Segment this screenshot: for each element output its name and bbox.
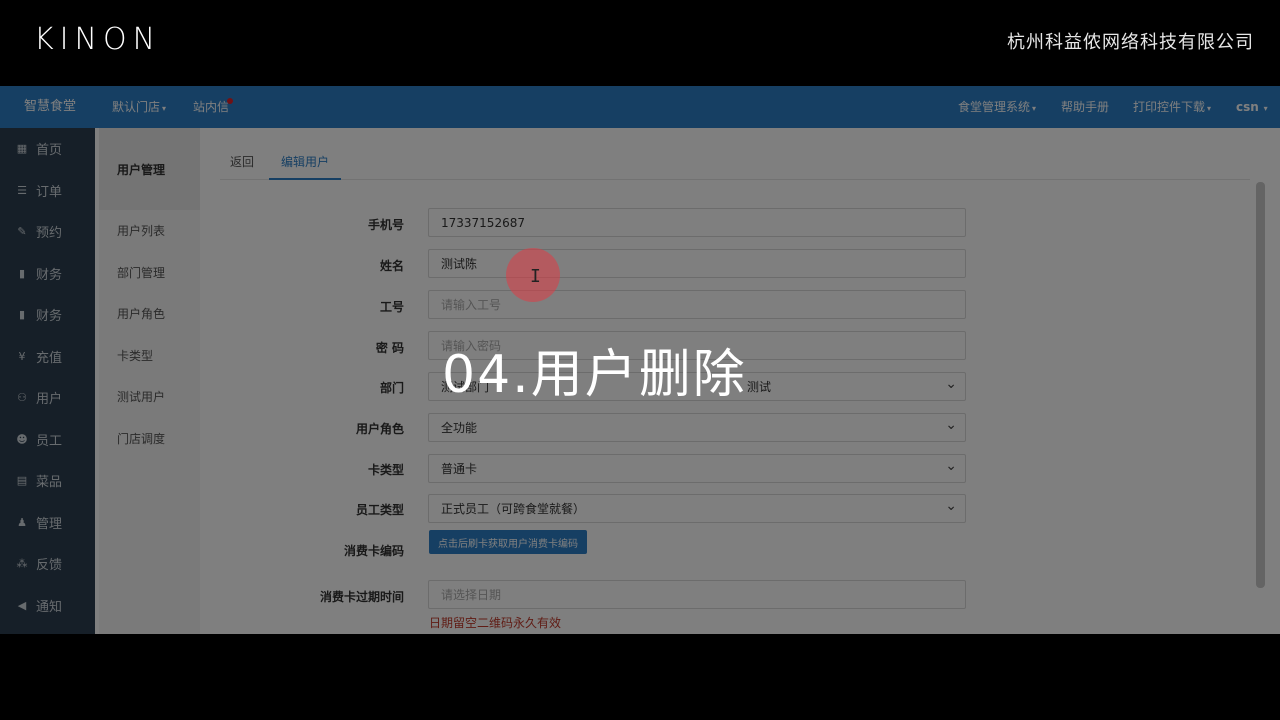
top-navbar: 智慧食堂 默认门店 ▾ 站内信 食堂管理系统 ▾ 帮助手册 打印控件下载 ▾ csn … — [0, 86, 1280, 128]
finance2-icon: ▮ — [18, 308, 26, 322]
user-management-subnav: 用户管理 用户列表 部门管理 用户角色 卡类型 测试用户 门店调度 — [99, 128, 200, 634]
cardtype-select[interactable]: 普通卡 — [428, 454, 966, 483]
sidebar-item-label: 订单 — [36, 184, 63, 200]
expire-date-field[interactable]: 请选择日期 — [428, 580, 966, 609]
role-select[interactable]: 全功能 — [428, 413, 966, 442]
nav-home[interactable]: 智慧食堂 — [24, 86, 76, 128]
read-card-button[interactable]: 点击后刷卡获取用户消费卡编码 — [429, 530, 587, 554]
cardcode-label: 消费卡编码 — [343, 544, 404, 558]
sidebar-item-feedback[interactable]: ⁂ 反馈 — [0, 543, 95, 585]
phone-value: 17337152687 — [441, 215, 525, 230]
nav-inbox-label: 站内信 — [193, 100, 230, 114]
nav-system-dropdown[interactable]: 食堂管理系统 ▾ — [958, 86, 1036, 128]
dept-extra: 测试 — [747, 380, 772, 394]
admin-icon: ♟ — [17, 515, 27, 529]
password-label: 密 码 — [375, 341, 404, 355]
sidebar-item-label: 菜品 — [36, 475, 63, 491]
phone-field[interactable]: 17337152687 — [428, 208, 966, 237]
sidebar-item-label: 用户 — [36, 392, 63, 408]
subnav-item-role[interactable]: 用户角色 — [99, 293, 200, 335]
sidebar-item-label: 预约 — [36, 226, 63, 242]
main-sidebar: ▦ 首页 ☰ 订单 ✎ 预约 ▮ 财务 ▮ 财务 ¥ 充值 ⚇ 用户 ☻ 员工 ▤ 菜品 ♟ 管理 ⁂ 反馈 ◀ 通知 — [0, 128, 95, 634]
sidebar-item-label: 管理 — [36, 516, 63, 532]
nav-user-dropdown[interactable]: csn ▾ — [1236, 86, 1268, 128]
sidebar-item-finance2[interactable]: ▮ 财务 — [0, 294, 95, 336]
sidebar-item-label: 充值 — [36, 350, 63, 366]
company-name: 杭州科益侬网络科技有限公司 — [1007, 32, 1254, 53]
subnav-title: 用户管理 — [99, 128, 200, 210]
sidebar-item-reserve[interactable]: ✎ 预约 — [0, 211, 95, 253]
dish-icon: ▤ — [16, 474, 28, 488]
home-icon: ▦ — [16, 142, 28, 156]
page-scrollbar[interactable] — [1256, 182, 1265, 588]
sidebar-item-notice[interactable]: ◀ 通知 — [0, 585, 95, 627]
role-label: 用户角色 — [355, 422, 404, 436]
users-icon: ⚇ — [17, 391, 27, 405]
sidebar-item-label: 员工 — [36, 433, 63, 449]
subnav-item-dept[interactable]: 部门管理 — [99, 252, 200, 294]
jobno-label: 工号 — [379, 300, 404, 314]
tab-bar: 返回 编辑用户 — [220, 146, 1250, 180]
text-cursor-icon: I — [530, 266, 541, 287]
sidebar-item-dish[interactable]: ▤ 菜品 — [0, 460, 95, 502]
stafftype-value: 正式员工（可跨食堂就餐） — [441, 502, 586, 516]
sidebar-item-label: 反馈 — [36, 558, 63, 574]
sidebar-item-label: 首页 — [36, 143, 63, 159]
unread-dot-icon — [227, 98, 234, 104]
nav-inbox[interactable]: 站内信 — [193, 86, 234, 128]
role-value: 全功能 — [441, 421, 478, 435]
sidebar-item-users[interactable]: ⚇ 用户 — [0, 377, 95, 419]
nav-print-label: 打印控件下载 — [1133, 100, 1206, 114]
caret-down-icon: ▾ — [162, 104, 167, 113]
sidebar-item-staff[interactable]: ☻ 员工 — [0, 419, 95, 461]
sidebar-item-label: 通知 — [36, 599, 63, 615]
chapter-title: 04.用户删除 — [442, 345, 747, 405]
video-frame: KINON 杭州科益侬网络科技有限公司 智慧食堂 默认门店 ▾ 站内信 食堂管理系… — [0, 0, 1280, 720]
tab-edit-user[interactable]: 编辑用户 — [269, 146, 342, 180]
kinon-logo: KINON — [34, 21, 162, 57]
finance-icon: ▮ — [18, 266, 26, 280]
expire-label: 消费卡过期时间 — [319, 590, 404, 604]
tab-back[interactable]: 返回 — [230, 146, 254, 180]
sidebar-item-label: 财务 — [36, 267, 63, 283]
subnav-item-cardtype[interactable]: 卡类型 — [99, 335, 200, 377]
staff-icon: ☻ — [16, 432, 28, 446]
sidebar-item-admin[interactable]: ♟ 管理 — [0, 502, 95, 544]
sidebar-item-recharge[interactable]: ¥ 充值 — [0, 336, 95, 378]
sidebar-item-home[interactable]: ▦ 首页 — [0, 128, 95, 170]
subnav-item-dispatch[interactable]: 门店调度 — [99, 418, 200, 460]
subnav-item-testuser[interactable]: 测试用户 — [99, 376, 200, 418]
phone-label: 手机号 — [367, 218, 404, 232]
logo-text: KINON — [34, 21, 162, 57]
sidebar-item-finance[interactable]: ▮ 财务 — [0, 253, 95, 295]
jobno-placeholder: 请输入工号 — [441, 298, 502, 312]
recharge-icon: ¥ — [18, 349, 26, 363]
cardtype-label: 卡类型 — [367, 463, 404, 477]
jobno-field[interactable]: 请输入工号 — [428, 290, 966, 319]
stafftype-label: 员工类型 — [355, 503, 404, 517]
name-label: 姓名 — [379, 259, 404, 273]
stafftype-select[interactable]: 正式员工（可跨食堂就餐） — [428, 494, 966, 523]
nav-system-label: 食堂管理系统 — [958, 100, 1031, 114]
nav-store-dropdown[interactable]: 默认门店 ▾ — [112, 86, 166, 128]
nav-user-label: csn — [1236, 100, 1259, 114]
name-value: 测试陈 — [441, 257, 478, 271]
expire-placeholder: 请选择日期 — [441, 588, 502, 602]
subnav-item-user-list[interactable]: 用户列表 — [99, 210, 200, 252]
notice-icon: ◀ — [17, 598, 27, 612]
nav-print-dropdown[interactable]: 打印控件下载 ▾ — [1133, 86, 1211, 128]
sidebar-item-label: 财务 — [36, 309, 63, 325]
nav-help[interactable]: 帮助手册 — [1061, 86, 1109, 128]
caret-down-icon: ▾ — [1032, 104, 1037, 113]
expire-hint: 日期留空二维码永久有效 — [429, 616, 562, 630]
dept-label: 部门 — [379, 381, 404, 395]
order-icon: ☰ — [17, 183, 27, 197]
reserve-icon: ✎ — [17, 225, 27, 239]
caret-down-icon: ▾ — [1207, 104, 1212, 113]
caret-down-icon: ▾ — [1260, 104, 1268, 113]
nav-store-label: 默认门店 — [112, 100, 161, 114]
cardtype-value: 普通卡 — [441, 462, 478, 476]
feedback-icon: ⁂ — [16, 557, 28, 571]
sidebar-item-order[interactable]: ☰ 订单 — [0, 170, 95, 212]
